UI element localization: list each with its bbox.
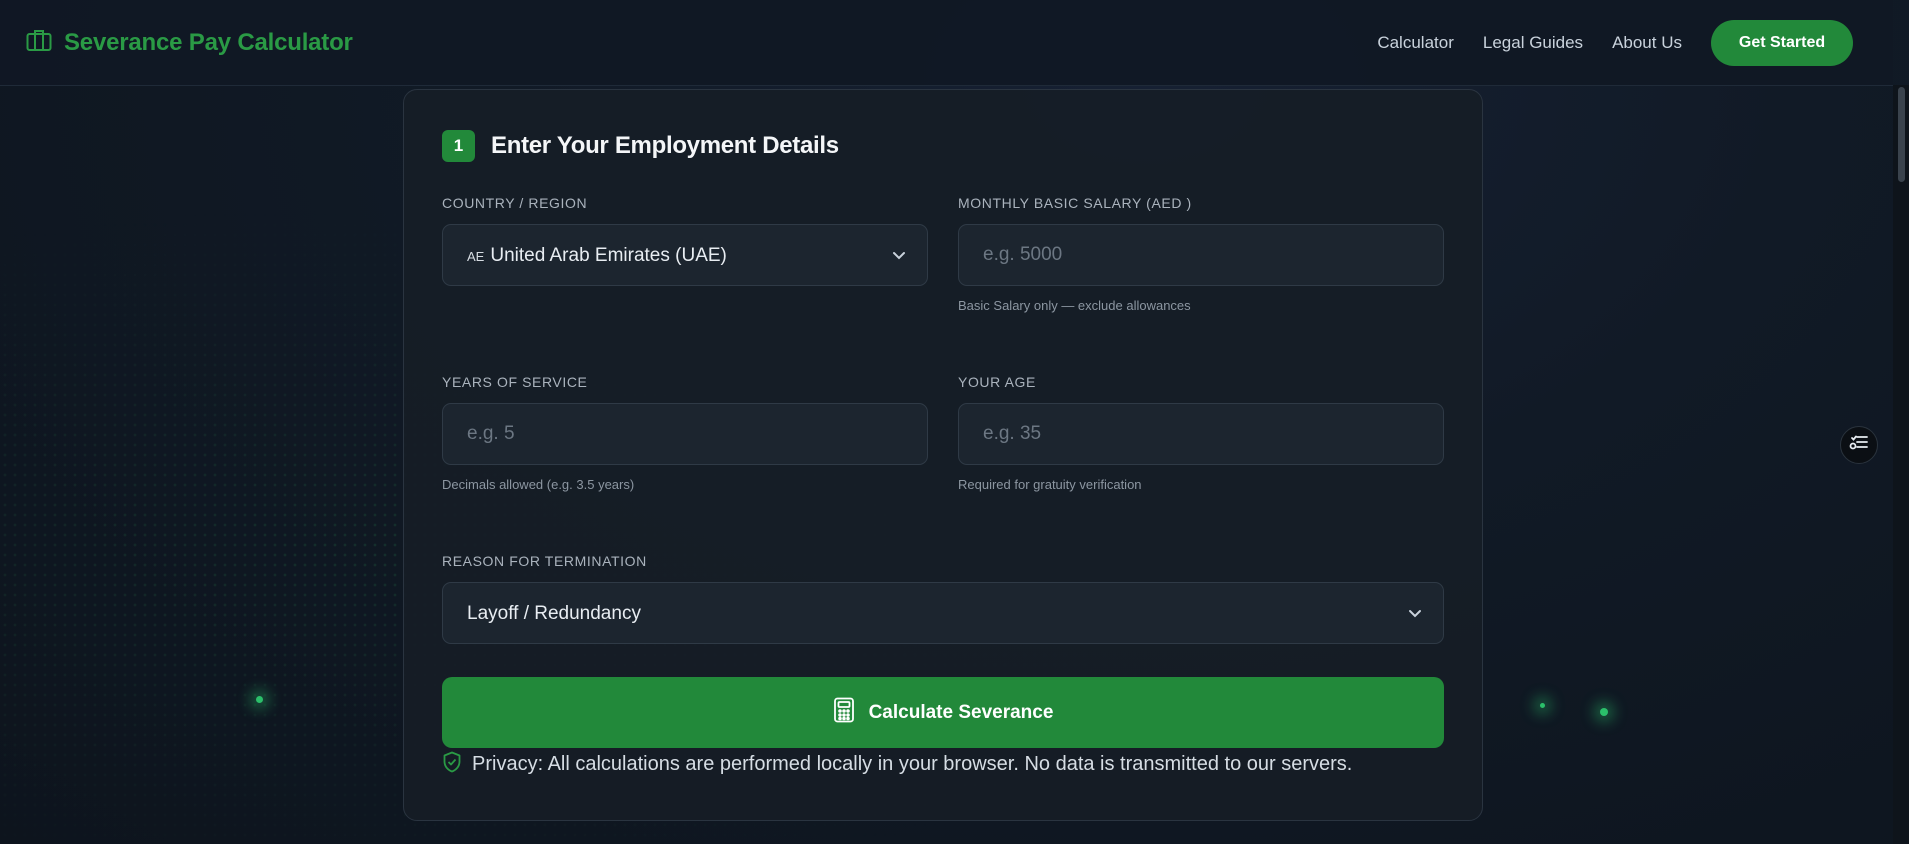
chevron-down-icon: [891, 247, 907, 268]
employment-details-card: 1 Enter Your Employment Details COUNTRY …: [403, 89, 1483, 821]
age-field: [958, 403, 1444, 465]
age-help: Required for gratuity verification: [958, 477, 1142, 492]
years-help: Decimals allowed (e.g. 3.5 years): [442, 477, 635, 492]
chevron-down-icon: [1407, 605, 1423, 626]
step-title: Enter Your Employment Details: [491, 132, 839, 159]
years-label: YEARS OF SERVICE: [442, 374, 588, 390]
reason-label: REASON FOR TERMINATION: [442, 553, 647, 569]
country-name: United Arab Emirates (UAE): [490, 245, 727, 266]
salary-label: MONTHLY BASIC SALARY (AED ): [958, 195, 1192, 211]
nav-link-calculator[interactable]: Calculator: [1377, 33, 1454, 53]
salary-field: [958, 224, 1444, 286]
top-navbar: Severance Pay Calculator Calculator Lega…: [0, 0, 1893, 86]
country-selected-value: AE United Arab Emirates (UAE): [467, 245, 727, 267]
scrollbar-track[interactable]: [1893, 85, 1909, 844]
privacy-note: Privacy: All calculations are performed …: [442, 751, 1352, 778]
salary-help: Basic Salary only — exclude allowances: [958, 298, 1191, 313]
nav-link-legal-guides[interactable]: Legal Guides: [1483, 33, 1583, 53]
reason-selected-value: Layoff / Redundancy: [467, 603, 641, 624]
calculate-severance-button[interactable]: Calculate Severance: [442, 677, 1444, 748]
step-number-badge: 1: [442, 130, 475, 162]
step-heading: 1 Enter Your Employment Details: [442, 130, 839, 162]
country-flag-code: AE: [467, 249, 485, 264]
age-label: YOUR AGE: [958, 374, 1036, 390]
salary-input[interactable]: [959, 225, 1443, 285]
calculator-icon: [833, 697, 855, 728]
privacy-text: Privacy: All calculations are performed …: [472, 753, 1353, 775]
years-field: [442, 403, 928, 465]
country-label: COUNTRY / REGION: [442, 195, 588, 211]
years-input[interactable]: [443, 404, 927, 464]
briefcase-icon: [26, 28, 52, 57]
map-glow-dot: [256, 696, 263, 703]
calculate-severance-label: Calculate Severance: [868, 701, 1054, 723]
map-glow-dot: [1600, 708, 1608, 716]
main-nav: Calculator Legal Guides About Us Get Sta…: [1377, 20, 1853, 66]
get-started-button[interactable]: Get Started: [1711, 20, 1853, 66]
shield-check-icon: [442, 751, 462, 778]
scrollbar-thumb[interactable]: [1898, 87, 1905, 182]
age-input[interactable]: [959, 404, 1443, 464]
settings-list-icon: [1849, 434, 1869, 457]
brand-name: Severance Pay Calculator: [64, 28, 353, 56]
map-glow-dot: [1540, 703, 1545, 708]
floating-settings-button[interactable]: [1840, 426, 1878, 464]
brand[interactable]: Severance Pay Calculator: [26, 28, 353, 57]
country-select[interactable]: AE United Arab Emirates (UAE): [442, 224, 928, 286]
reason-select[interactable]: Layoff / Redundancy: [442, 582, 1444, 644]
nav-link-about-us[interactable]: About Us: [1612, 33, 1682, 53]
